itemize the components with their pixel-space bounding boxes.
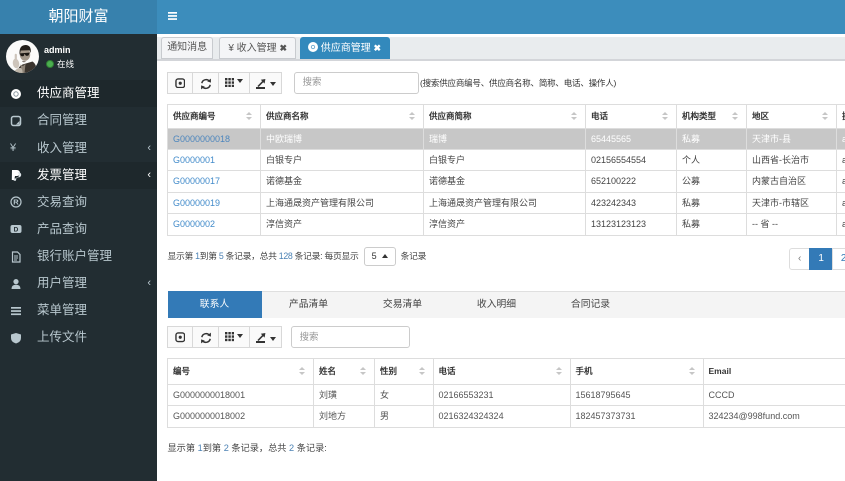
- svg-text:D: D: [14, 227, 19, 234]
- svg-text:R: R: [13, 198, 19, 207]
